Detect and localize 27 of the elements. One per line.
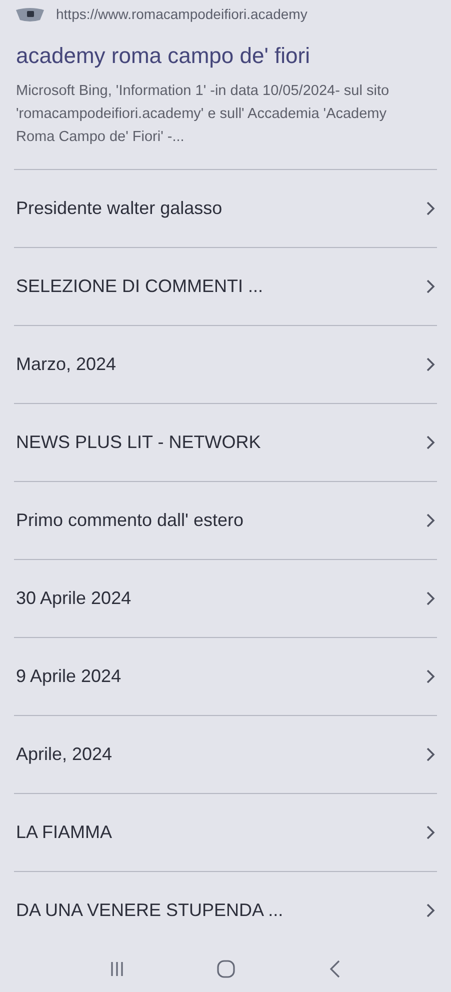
result-snippet: Microsoft Bing, 'Information 1' -in data 10/05/2024- sul sito 'romacampodeifiori.academy' e sull' Accademia 'Academy Roma Campo de' Fiori' -... <box>16 82 390 147</box>
chevron-right-icon <box>426 591 435 606</box>
chevron-right-icon <box>426 357 435 372</box>
link-row[interactable]: 30 Aprile 2024 <box>14 560 437 637</box>
link-row[interactable]: Marzo, 2024 <box>14 326 437 403</box>
chevron-right-icon <box>426 513 435 528</box>
chevron-right-icon <box>426 747 435 762</box>
link-row[interactable]: Presidente walter galasso <box>14 170 437 247</box>
recent-apps-icon[interactable] <box>110 961 124 977</box>
result-url[interactable]: https://www.romacampodeifiori.academy <box>56 4 308 25</box>
home-icon[interactable] <box>216 959 236 979</box>
link-row[interactable]: SELEZIONE DI COMMENTI ... <box>14 248 437 325</box>
link-row[interactable]: NEWS PLUS LIT - NETWORK <box>14 404 437 481</box>
chevron-right-icon <box>426 201 435 216</box>
link-row[interactable]: DA UNA VENERE STUPENDA ... <box>14 872 437 946</box>
chevron-right-icon <box>426 825 435 840</box>
back-icon[interactable] <box>328 959 341 979</box>
link-row[interactable]: Primo commento dall' estero <box>14 482 437 559</box>
site-icon <box>16 8 44 22</box>
result-title[interactable]: academy roma campo de' fiori <box>16 39 435 72</box>
link-row[interactable]: Aprile, 2024 <box>14 716 437 793</box>
chevron-right-icon <box>426 903 435 918</box>
chevron-right-icon <box>426 435 435 450</box>
link-row[interactable]: LA FIAMMA <box>14 794 437 871</box>
chevron-right-icon <box>426 669 435 684</box>
link-row[interactable]: 9 Aprile 2024 <box>14 638 437 715</box>
chevron-right-icon <box>426 279 435 294</box>
